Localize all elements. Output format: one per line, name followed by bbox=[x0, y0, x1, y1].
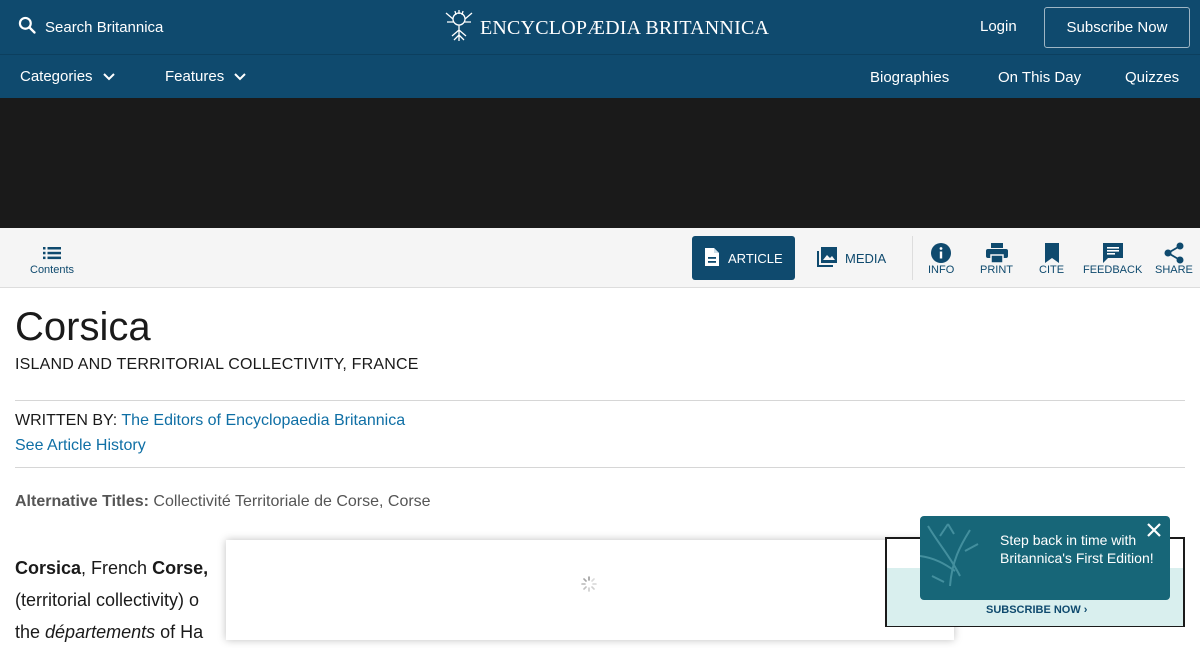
info-button[interactable]: INFO bbox=[928, 242, 954, 276]
login-link[interactable]: Login bbox=[980, 18, 1017, 35]
nav-features-label: Features bbox=[165, 68, 225, 85]
article-toolbar: Contents ARTICLE MEDIA INFO PRINT CITE F… bbox=[0, 228, 1200, 288]
promo-toast[interactable]: Step back in time with Britannica's Firs… bbox=[919, 516, 1170, 600]
tab-article-label: ARTICLE bbox=[728, 250, 783, 266]
author-link[interactable]: The Editors of Encyclopaedia Britannica bbox=[121, 412, 405, 429]
toolbar-divider bbox=[912, 236, 913, 280]
nav-categories[interactable]: Categories bbox=[20, 68, 115, 85]
divider bbox=[15, 467, 1185, 468]
body-text: , French bbox=[81, 558, 153, 578]
nav-bar: Categories Features Biographies On This … bbox=[0, 54, 1200, 98]
search-label: Search Britannica bbox=[45, 18, 164, 36]
divider bbox=[15, 400, 1185, 401]
print-icon bbox=[985, 242, 1008, 264]
share-label: SHARE bbox=[1155, 264, 1193, 276]
top-header: Search Britannica ENCYCLOPÆDIA BRITANNIC… bbox=[0, 0, 1200, 54]
logo-text: ENCYCLOPÆDIA BRITANNICA bbox=[480, 17, 770, 39]
loading-spinner-icon bbox=[581, 576, 597, 597]
alternative-titles-value: Collectivité Territoriale de Corse, Cors… bbox=[153, 493, 431, 510]
chevron-down-icon bbox=[102, 68, 115, 85]
tab-media-label: MEDIA bbox=[845, 250, 887, 266]
alternative-titles-label: Alternative Titles: bbox=[15, 493, 149, 510]
contents-button[interactable]: Contents bbox=[30, 242, 74, 276]
ad-subscribe-link[interactable]: SUBSCRIBE NOW › bbox=[986, 604, 1087, 616]
close-icon bbox=[1146, 523, 1162, 542]
toast-close-button[interactable] bbox=[1146, 522, 1162, 543]
body-text: the bbox=[15, 622, 46, 642]
thistle-decoration-icon bbox=[919, 516, 990, 605]
contents-label: Contents bbox=[30, 264, 75, 276]
nav-biographies[interactable]: Biographies bbox=[870, 69, 949, 86]
page-subtitle: ISLAND AND TERRITORIAL COLLECTIVITY, FRA… bbox=[15, 356, 419, 373]
body-bold-term: Corse, bbox=[152, 558, 209, 578]
article-history-link[interactable]: See Article History bbox=[15, 437, 146, 455]
nav-features[interactable]: Features bbox=[165, 68, 246, 85]
feedback-label: FEEDBACK bbox=[1083, 264, 1143, 276]
body-text: of Ha bbox=[155, 622, 204, 642]
article-body: Corsica, French Corse, (territorial coll… bbox=[15, 552, 208, 648]
search-icon bbox=[17, 15, 37, 39]
ad-banner-area bbox=[0, 98, 1200, 228]
britannica-logo[interactable]: ENCYCLOPÆDIA BRITANNICA bbox=[442, 10, 769, 47]
body-bold-term: Corsica bbox=[15, 558, 82, 578]
chevron-down-icon bbox=[234, 68, 246, 85]
tab-article[interactable]: ARTICLE bbox=[692, 236, 795, 280]
tab-media[interactable]: MEDIA bbox=[805, 236, 898, 280]
share-button[interactable]: SHARE bbox=[1155, 242, 1193, 276]
byline: WRITTEN BY: The Editors of Encyclopaedia… bbox=[15, 412, 405, 430]
written-by-label: WRITTEN BY: bbox=[15, 412, 118, 429]
subscribe-button[interactable]: Subscribe Now bbox=[1044, 7, 1190, 48]
alternative-titles: Alternative Titles: Collectivité Territo… bbox=[15, 493, 431, 511]
page-title: Corsica bbox=[15, 305, 151, 349]
body-italic-term: départements bbox=[45, 622, 156, 642]
print-button[interactable]: PRINT bbox=[980, 242, 1013, 276]
image-icon bbox=[817, 246, 837, 270]
body-line: Corsica, French Corse, bbox=[15, 552, 208, 584]
body-line: the départements of Ha bbox=[15, 616, 208, 648]
bookmark-icon bbox=[1044, 242, 1060, 264]
thistle-icon bbox=[442, 10, 476, 47]
nav-on-this-day[interactable]: On This Day bbox=[998, 69, 1081, 86]
nav-categories-label: Categories bbox=[20, 68, 93, 85]
share-icon bbox=[1164, 242, 1184, 264]
toast-message: Step back in time with Britannica's Firs… bbox=[1000, 532, 1154, 566]
print-label: PRINT bbox=[980, 264, 1013, 276]
feedback-icon bbox=[1102, 242, 1123, 264]
info-label: INFO bbox=[928, 264, 955, 276]
document-icon bbox=[704, 247, 720, 270]
cite-button[interactable]: CITE bbox=[1039, 242, 1064, 276]
body-line: (territorial collectivity) o bbox=[15, 590, 200, 610]
nav-quizzes[interactable]: Quizzes bbox=[1125, 69, 1179, 86]
info-icon bbox=[931, 242, 952, 264]
list-icon bbox=[43, 242, 62, 264]
feedback-button[interactable]: FEEDBACK bbox=[1083, 242, 1142, 276]
search-button[interactable]: Search Britannica bbox=[17, 15, 163, 39]
cite-label: CITE bbox=[1039, 264, 1065, 276]
